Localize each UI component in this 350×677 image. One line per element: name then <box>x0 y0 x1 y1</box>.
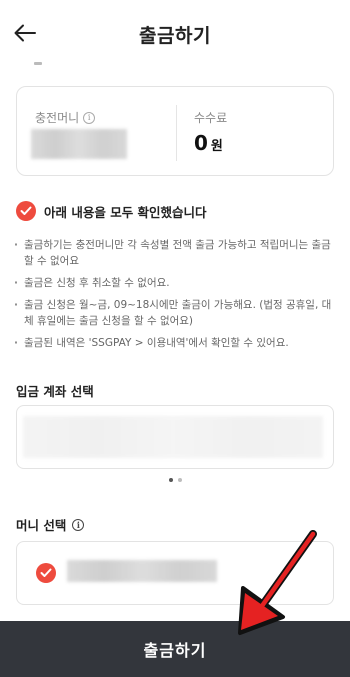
confirm-label: 아래 내용을 모두 확인했습니다 <box>44 204 207 220</box>
account-section-title: 입금 계좌 선택 <box>16 381 94 400</box>
carousel-dot-active[interactable] <box>168 478 173 482</box>
fee-value-row: 0 원 <box>194 131 223 155</box>
check-circle-icon <box>16 201 36 221</box>
fee-unit: 원 <box>210 139 223 154</box>
info-icon[interactable]: i <box>83 111 96 124</box>
notice-item: 출금된 내역은 'SSGPAY > 이용내역'에서 확인할 수 있어요. <box>14 335 336 351</box>
app-header: 출금하기 <box>0 0 350 68</box>
divider <box>176 105 177 161</box>
info-icon[interactable]: i <box>72 518 85 531</box>
money-option-redacted <box>67 560 217 582</box>
account-section-label: 입금 계좌 선택 <box>16 384 94 399</box>
account-select-card[interactable] <box>16 405 334 469</box>
notice-item: 출금은 신청 후 취소할 수 없어요. <box>14 275 336 291</box>
fee-value: 0 <box>194 131 208 155</box>
money-select-card[interactable] <box>16 541 334 605</box>
notice-item: 출금하기는 충전머니만 각 속성별 전액 출금 가능하고 적립머니는 출금할 수… <box>14 237 336 269</box>
charge-money-label-row: 충전머니 i <box>35 109 96 126</box>
money-selected-check-icon[interactable] <box>36 563 56 583</box>
money-section-title: 머니 선택 i <box>16 515 85 534</box>
page-title: 출금하기 <box>139 25 211 47</box>
scrolled-content-fragment <box>34 62 42 65</box>
withdraw-submit-button[interactable]: 출금하기 <box>0 621 350 677</box>
balance-card: 충전머니 i 수수료 0 원 <box>16 86 334 176</box>
carousel-indicator <box>0 478 350 482</box>
charge-money-amount-redacted <box>31 129 127 159</box>
confirm-checkbox[interactable]: 아래 내용을 모두 확인했습니다 <box>16 201 207 221</box>
account-info-redacted <box>23 416 323 458</box>
notice-list: 출금하기는 충전머니만 각 속성별 전액 출금 가능하고 적립머니는 출금할 수… <box>14 237 336 357</box>
money-section-label: 머니 선택 <box>16 518 67 533</box>
fee-label: 수수료 <box>194 111 228 125</box>
charge-money-label: 충전머니 <box>35 111 80 125</box>
withdraw-submit-label: 출금하기 <box>143 643 207 660</box>
carousel-dot[interactable] <box>177 478 182 482</box>
notice-item: 출금 신청은 월~금, 09~18시에만 출금이 가능해요. (법정 공휴일, … <box>14 297 336 329</box>
